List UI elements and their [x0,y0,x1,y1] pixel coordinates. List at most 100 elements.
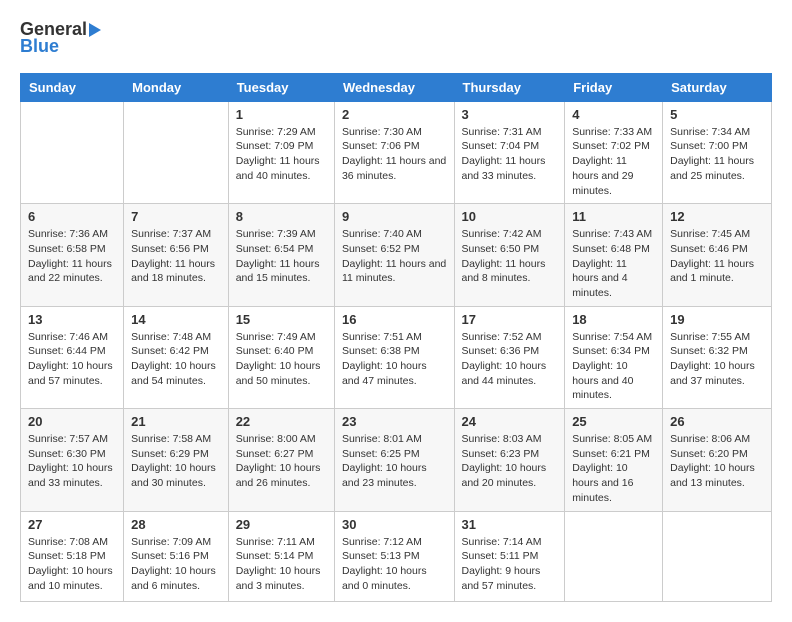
calendar-cell: 29 Sunrise: 7:11 AMSunset: 5:14 PMDayligh… [228,511,334,601]
day-detail: Sunrise: 7:09 AMSunset: 5:16 PMDaylight:… [131,535,221,594]
weekday-header-thursday: Thursday [454,73,565,101]
day-detail: Sunrise: 7:12 AMSunset: 5:13 PMDaylight:… [342,535,447,594]
day-detail: Sunrise: 8:00 AMSunset: 6:27 PMDaylight:… [236,432,327,491]
calendar-cell: 17Sunrise: 7:52 AMSunset: 6:36 PMDayligh… [454,306,565,408]
calendar-cell: 26Sunrise: 8:06 AMSunset: 6:20 PMDayligh… [663,409,772,511]
calendar-cell: 24 Sunrise: 8:03 AMSunset: 6:23 PMDayligh… [454,409,565,511]
day-number: 13 [28,312,116,327]
weekday-header-sunday: Sunday [21,73,124,101]
day-number: 20 [28,414,116,429]
day-number: 24 [462,414,558,429]
calendar-cell: 13 Sunrise: 7:46 AMSunset: 6:44 PMDayligh… [21,306,124,408]
day-number: 29 [236,517,327,532]
calendar-cell: 6Sunrise: 7:36 AMSunset: 6:58 PMDaylight… [21,204,124,306]
day-detail: Sunrise: 7:42 AMSunset: 6:50 PMDaylight:… [462,227,558,286]
day-number: 25 [572,414,655,429]
day-detail: Sunrise: 8:01 AMSunset: 6:25 PMDaylight:… [342,432,447,491]
calendar-week-3: 13 Sunrise: 7:46 AMSunset: 6:44 PMDayligh… [21,306,772,408]
day-number: 5 [670,107,764,122]
calendar-cell: 10 Sunrise: 7:42 AMSunset: 6:50 PMDayligh… [454,204,565,306]
day-detail: Sunrise: 7:51 AMSunset: 6:38 PMDaylight:… [342,330,447,389]
day-detail: Sunrise: 7:46 AMSunset: 6:44 PMDaylight:… [28,330,116,389]
day-number: 6 [28,209,116,224]
day-number: 7 [131,209,221,224]
calendar-cell: 9 Sunrise: 7:40 AMSunset: 6:52 PMDaylight… [334,204,454,306]
calendar-cell [21,101,124,203]
day-number: 15 [236,312,327,327]
day-detail: Sunrise: 7:43 AMSunset: 6:48 PMDaylight:… [572,227,655,300]
day-number: 16 [342,312,447,327]
day-detail: Sunrise: 8:03 AMSunset: 6:23 PMDaylight:… [462,432,558,491]
calendar-cell: 31 Sunrise: 7:14 AMSunset: 5:11 PMDayligh… [454,511,565,601]
calendar-cell: 1 Sunrise: 7:29 AMSunset: 7:09 PMDaylight… [228,101,334,203]
day-detail: Sunrise: 7:29 AMSunset: 7:09 PMDaylight:… [236,125,327,184]
day-number: 27 [28,517,116,532]
calendar-week-1: 1 Sunrise: 7:29 AMSunset: 7:09 PMDaylight… [21,101,772,203]
calendar-cell: 14 Sunrise: 7:48 AMSunset: 6:42 PMDayligh… [124,306,229,408]
weekday-header-wednesday: Wednesday [334,73,454,101]
day-number: 4 [572,107,655,122]
day-number: 28 [131,517,221,532]
day-number: 11 [572,209,655,224]
weekday-header-monday: Monday [124,73,229,101]
logo: General Blue [20,20,103,57]
calendar-cell: 23Sunrise: 8:01 AMSunset: 6:25 PMDayligh… [334,409,454,511]
day-number: 31 [462,517,558,532]
day-number: 18 [572,312,655,327]
day-detail: Sunrise: 7:31 AMSunset: 7:04 PMDaylight:… [462,125,558,184]
day-number: 3 [462,107,558,122]
day-detail: Sunrise: 7:48 AMSunset: 6:42 PMDaylight:… [131,330,221,389]
day-detail: Sunrise: 7:49 AMSunset: 6:40 PMDaylight:… [236,330,327,389]
day-number: 1 [236,107,327,122]
calendar-cell: 19 Sunrise: 7:55 AMSunset: 6:32 PMDayligh… [663,306,772,408]
calendar-cell: 27Sunrise: 7:08 AMSunset: 5:18 PMDayligh… [21,511,124,601]
calendar-week-5: 27Sunrise: 7:08 AMSunset: 5:18 PMDayligh… [21,511,772,601]
calendar-table: SundayMondayTuesdayWednesdayThursdayFrid… [20,73,772,602]
calendar-cell: 28 Sunrise: 7:09 AMSunset: 5:16 PMDayligh… [124,511,229,601]
day-number: 9 [342,209,447,224]
day-detail: Sunrise: 7:39 AMSunset: 6:54 PMDaylight:… [236,227,327,286]
calendar-cell: 20Sunrise: 7:57 AMSunset: 6:30 PMDayligh… [21,409,124,511]
calendar-week-2: 6Sunrise: 7:36 AMSunset: 6:58 PMDaylight… [21,204,772,306]
day-detail: Sunrise: 8:05 AMSunset: 6:21 PMDaylight:… [572,432,655,505]
day-number: 19 [670,312,764,327]
calendar-cell [663,511,772,601]
calendar-cell: 8Sunrise: 7:39 AMSunset: 6:54 PMDaylight… [228,204,334,306]
day-detail: Sunrise: 7:30 AMSunset: 7:06 PMDaylight:… [342,125,447,184]
calendar-cell: 30 Sunrise: 7:12 AMSunset: 5:13 PMDayligh… [334,511,454,601]
day-detail: Sunrise: 7:37 AMSunset: 6:56 PMDaylight:… [131,227,221,286]
day-number: 14 [131,312,221,327]
day-detail: Sunrise: 7:11 AMSunset: 5:14 PMDaylight:… [236,535,327,594]
calendar-cell: 18Sunrise: 7:54 AMSunset: 6:34 PMDayligh… [565,306,663,408]
day-detail: Sunrise: 7:34 AMSunset: 7:00 PMDaylight:… [670,125,764,184]
weekday-header-tuesday: Tuesday [228,73,334,101]
calendar-cell: 15 Sunrise: 7:49 AMSunset: 6:40 PMDayligh… [228,306,334,408]
day-number: 2 [342,107,447,122]
calendar-cell [565,511,663,601]
calendar-week-4: 20Sunrise: 7:57 AMSunset: 6:30 PMDayligh… [21,409,772,511]
day-number: 17 [462,312,558,327]
day-detail: Sunrise: 7:14 AMSunset: 5:11 PMDaylight:… [462,535,558,594]
calendar-cell: 5 Sunrise: 7:34 AMSunset: 7:00 PMDaylight… [663,101,772,203]
calendar-cell: 21Sunrise: 7:58 AMSunset: 6:29 PMDayligh… [124,409,229,511]
day-detail: Sunrise: 7:55 AMSunset: 6:32 PMDaylight:… [670,330,764,389]
day-number: 30 [342,517,447,532]
calendar-cell: 22 Sunrise: 8:00 AMSunset: 6:27 PMDayligh… [228,409,334,511]
day-detail: Sunrise: 8:06 AMSunset: 6:20 PMDaylight:… [670,432,764,491]
day-number: 12 [670,209,764,224]
weekday-header-saturday: Saturday [663,73,772,101]
day-number: 22 [236,414,327,429]
day-detail: Sunrise: 7:33 AMSunset: 7:02 PMDaylight:… [572,125,655,198]
day-number: 10 [462,209,558,224]
calendar-cell: 3 Sunrise: 7:31 AMSunset: 7:04 PMDaylight… [454,101,565,203]
calendar-cell: 2 Sunrise: 7:30 AMSunset: 7:06 PMDaylight… [334,101,454,203]
calendar-header-row: SundayMondayTuesdayWednesdayThursdayFrid… [21,73,772,101]
calendar-cell: 16 Sunrise: 7:51 AMSunset: 6:38 PMDayligh… [334,306,454,408]
calendar-body: 1 Sunrise: 7:29 AMSunset: 7:09 PMDaylight… [21,101,772,601]
day-number: 21 [131,414,221,429]
day-detail: Sunrise: 7:40 AMSunset: 6:52 PMDaylight:… [342,227,447,286]
calendar-cell [124,101,229,203]
calendar-cell: 25 Sunrise: 8:05 AMSunset: 6:21 PMDayligh… [565,409,663,511]
calendar-cell: 7 Sunrise: 7:37 AMSunset: 6:56 PMDaylight… [124,204,229,306]
calendar-cell: 11 Sunrise: 7:43 AMSunset: 6:48 PMDayligh… [565,204,663,306]
